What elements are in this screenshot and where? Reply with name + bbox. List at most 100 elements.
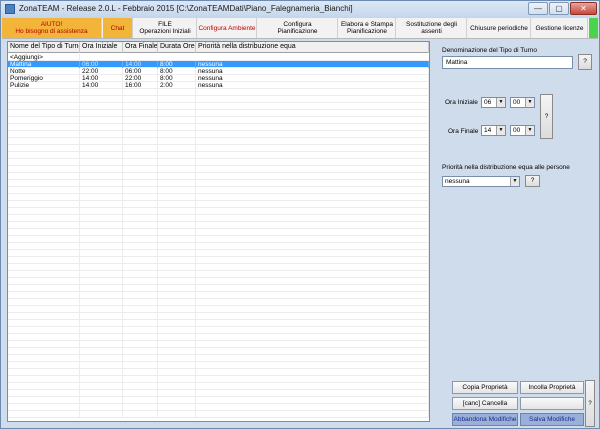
- help-button[interactable]: AIUTO! Ho bisogno di assistenza: [2, 18, 102, 38]
- empty-row[interactable]: [8, 145, 429, 152]
- empty-cell: [80, 376, 123, 383]
- empty-row[interactable]: [8, 362, 429, 369]
- empty-row[interactable]: [8, 243, 429, 250]
- empty-row[interactable]: [8, 397, 429, 404]
- empty-row[interactable]: [8, 292, 429, 299]
- empty-row[interactable]: [8, 89, 429, 96]
- empty-row[interactable]: [8, 180, 429, 187]
- empty-cell: [8, 404, 80, 411]
- chevron-down-icon: ▼: [496, 98, 505, 107]
- empty-row[interactable]: [8, 173, 429, 180]
- empty-row[interactable]: [8, 299, 429, 306]
- salva-modifiche-button[interactable]: Salva Modifiche: [520, 413, 584, 426]
- empty-row[interactable]: [8, 187, 429, 194]
- empty-row[interactable]: [8, 194, 429, 201]
- table-row[interactable]: Mattina 06:00 14:00 8:00 nessuna: [8, 61, 429, 68]
- empty-row[interactable]: [8, 313, 429, 320]
- column-header-priorita[interactable]: Priorità nella distribuzione equa: [196, 42, 429, 53]
- column-header-durata[interactable]: Durata Ore: [158, 42, 196, 53]
- chat-button[interactable]: Chat: [103, 18, 133, 38]
- empty-row[interactable]: [8, 117, 429, 124]
- empty-row[interactable]: [8, 383, 429, 390]
- empty-cell: [80, 285, 123, 292]
- empty-cell: [158, 215, 196, 222]
- empty-row[interactable]: [8, 306, 429, 313]
- column-header-ora-finale[interactable]: Ora Finale: [123, 42, 158, 53]
- elabora-stampa-button[interactable]: Elabora e Stampa Pianificazione: [339, 18, 396, 38]
- empty-cell: [80, 306, 123, 313]
- empty-row[interactable]: [8, 236, 429, 243]
- abbandona-modifiche-button[interactable]: Abbandona Modifiche: [452, 413, 518, 426]
- add-row[interactable]: <Aggiungi>: [8, 54, 429, 61]
- ora-iniziale-hour-select[interactable]: 06 ▼: [481, 97, 506, 108]
- turni-grid[interactable]: Nome del Tipo di Turno Ora Iniziale Ora …: [7, 41, 430, 422]
- empty-row[interactable]: [8, 404, 429, 411]
- empty-row[interactable]: [8, 131, 429, 138]
- copia-proprieta-button[interactable]: Copia Proprietà: [452, 381, 518, 394]
- empty-cell: [8, 334, 80, 341]
- empty-row[interactable]: [8, 348, 429, 355]
- empty-row[interactable]: [8, 96, 429, 103]
- chevron-down-icon: ▼: [525, 126, 534, 135]
- empty-row[interactable]: [8, 341, 429, 348]
- priorita-help-button[interactable]: ?: [525, 175, 540, 187]
- ora-finale-minute-select[interactable]: 00 ▼: [510, 125, 535, 136]
- maximize-button[interactable]: ▢: [549, 2, 569, 15]
- empty-cell: [158, 110, 196, 117]
- orari-help-button[interactable]: ?: [540, 94, 553, 139]
- configura-ambiente-button[interactable]: Configura Ambiente: [198, 18, 257, 38]
- empty-row[interactable]: [8, 264, 429, 271]
- empty-row[interactable]: [8, 285, 429, 292]
- empty-row[interactable]: [8, 355, 429, 362]
- empty-row[interactable]: [8, 166, 429, 173]
- empty-row[interactable]: [8, 208, 429, 215]
- table-row[interactable]: Pulizie 14:00 16:00 2:00 nessuna: [8, 82, 429, 89]
- empty-cell: [196, 257, 429, 264]
- incolla-proprieta-button[interactable]: Incolla Proprietà: [520, 381, 584, 394]
- empty-row[interactable]: [8, 390, 429, 397]
- empty-row[interactable]: [8, 369, 429, 376]
- actions-help-button[interactable]: ?: [585, 380, 595, 427]
- empty-row[interactable]: [8, 124, 429, 131]
- empty-cell: [8, 89, 80, 96]
- empty-row[interactable]: [8, 334, 429, 341]
- empty-row[interactable]: [8, 320, 429, 327]
- empty-row[interactable]: [8, 138, 429, 145]
- denominazione-input[interactable]: Mattina: [442, 56, 573, 69]
- empty-row[interactable]: [8, 103, 429, 110]
- empty-row[interactable]: [8, 257, 429, 264]
- gestione-licenze-button[interactable]: Gestione licenze: [532, 18, 588, 38]
- cancella-button[interactable]: [canc] Cancella: [452, 397, 518, 410]
- empty-row[interactable]: [8, 159, 429, 166]
- empty-row[interactable]: [8, 110, 429, 117]
- configura-pianificazione-button[interactable]: Configura Pianificazione: [258, 18, 338, 38]
- empty-row[interactable]: [8, 278, 429, 285]
- denominazione-help-button[interactable]: ?: [578, 54, 592, 70]
- table-row[interactable]: Pomeriggio 14:00 22:00 8:00 nessuna: [8, 75, 429, 82]
- empty-cell: [123, 404, 158, 411]
- minimize-button[interactable]: —: [528, 2, 548, 15]
- empty-row[interactable]: [8, 411, 429, 418]
- column-header-ora-iniziale[interactable]: Ora Iniziale: [80, 42, 123, 53]
- table-row[interactable]: Notte 22:00 06:00 8:00 nessuna: [8, 68, 429, 75]
- table-cell-duration: 8:00: [158, 68, 196, 75]
- sostituzione-assenti-button[interactable]: Sostituzione degli assenti: [397, 18, 467, 38]
- empty-row[interactable]: [8, 271, 429, 278]
- priorita-select[interactable]: nessuna ▼: [442, 176, 520, 187]
- empty-row[interactable]: [8, 152, 429, 159]
- ora-finale-hour-select[interactable]: 14 ▼: [481, 125, 506, 136]
- file-button[interactable]: FILE Operazioni Iniziali: [134, 18, 197, 38]
- empty-row[interactable]: [8, 327, 429, 334]
- close-button[interactable]: ✕: [570, 2, 597, 15]
- empty-row[interactable]: [8, 222, 429, 229]
- empty-cell: [80, 166, 123, 173]
- empty-row[interactable]: [8, 250, 429, 257]
- chiusure-periodiche-button[interactable]: Chiusure periodiche: [468, 18, 531, 38]
- empty-row[interactable]: [8, 229, 429, 236]
- empty-row[interactable]: [8, 215, 429, 222]
- column-header-nome[interactable]: Nome del Tipo di Turno: [8, 42, 80, 53]
- empty-cell: [80, 236, 123, 243]
- ora-iniziale-minute-select[interactable]: 00 ▼: [510, 97, 535, 108]
- empty-row[interactable]: [8, 376, 429, 383]
- empty-row[interactable]: [8, 201, 429, 208]
